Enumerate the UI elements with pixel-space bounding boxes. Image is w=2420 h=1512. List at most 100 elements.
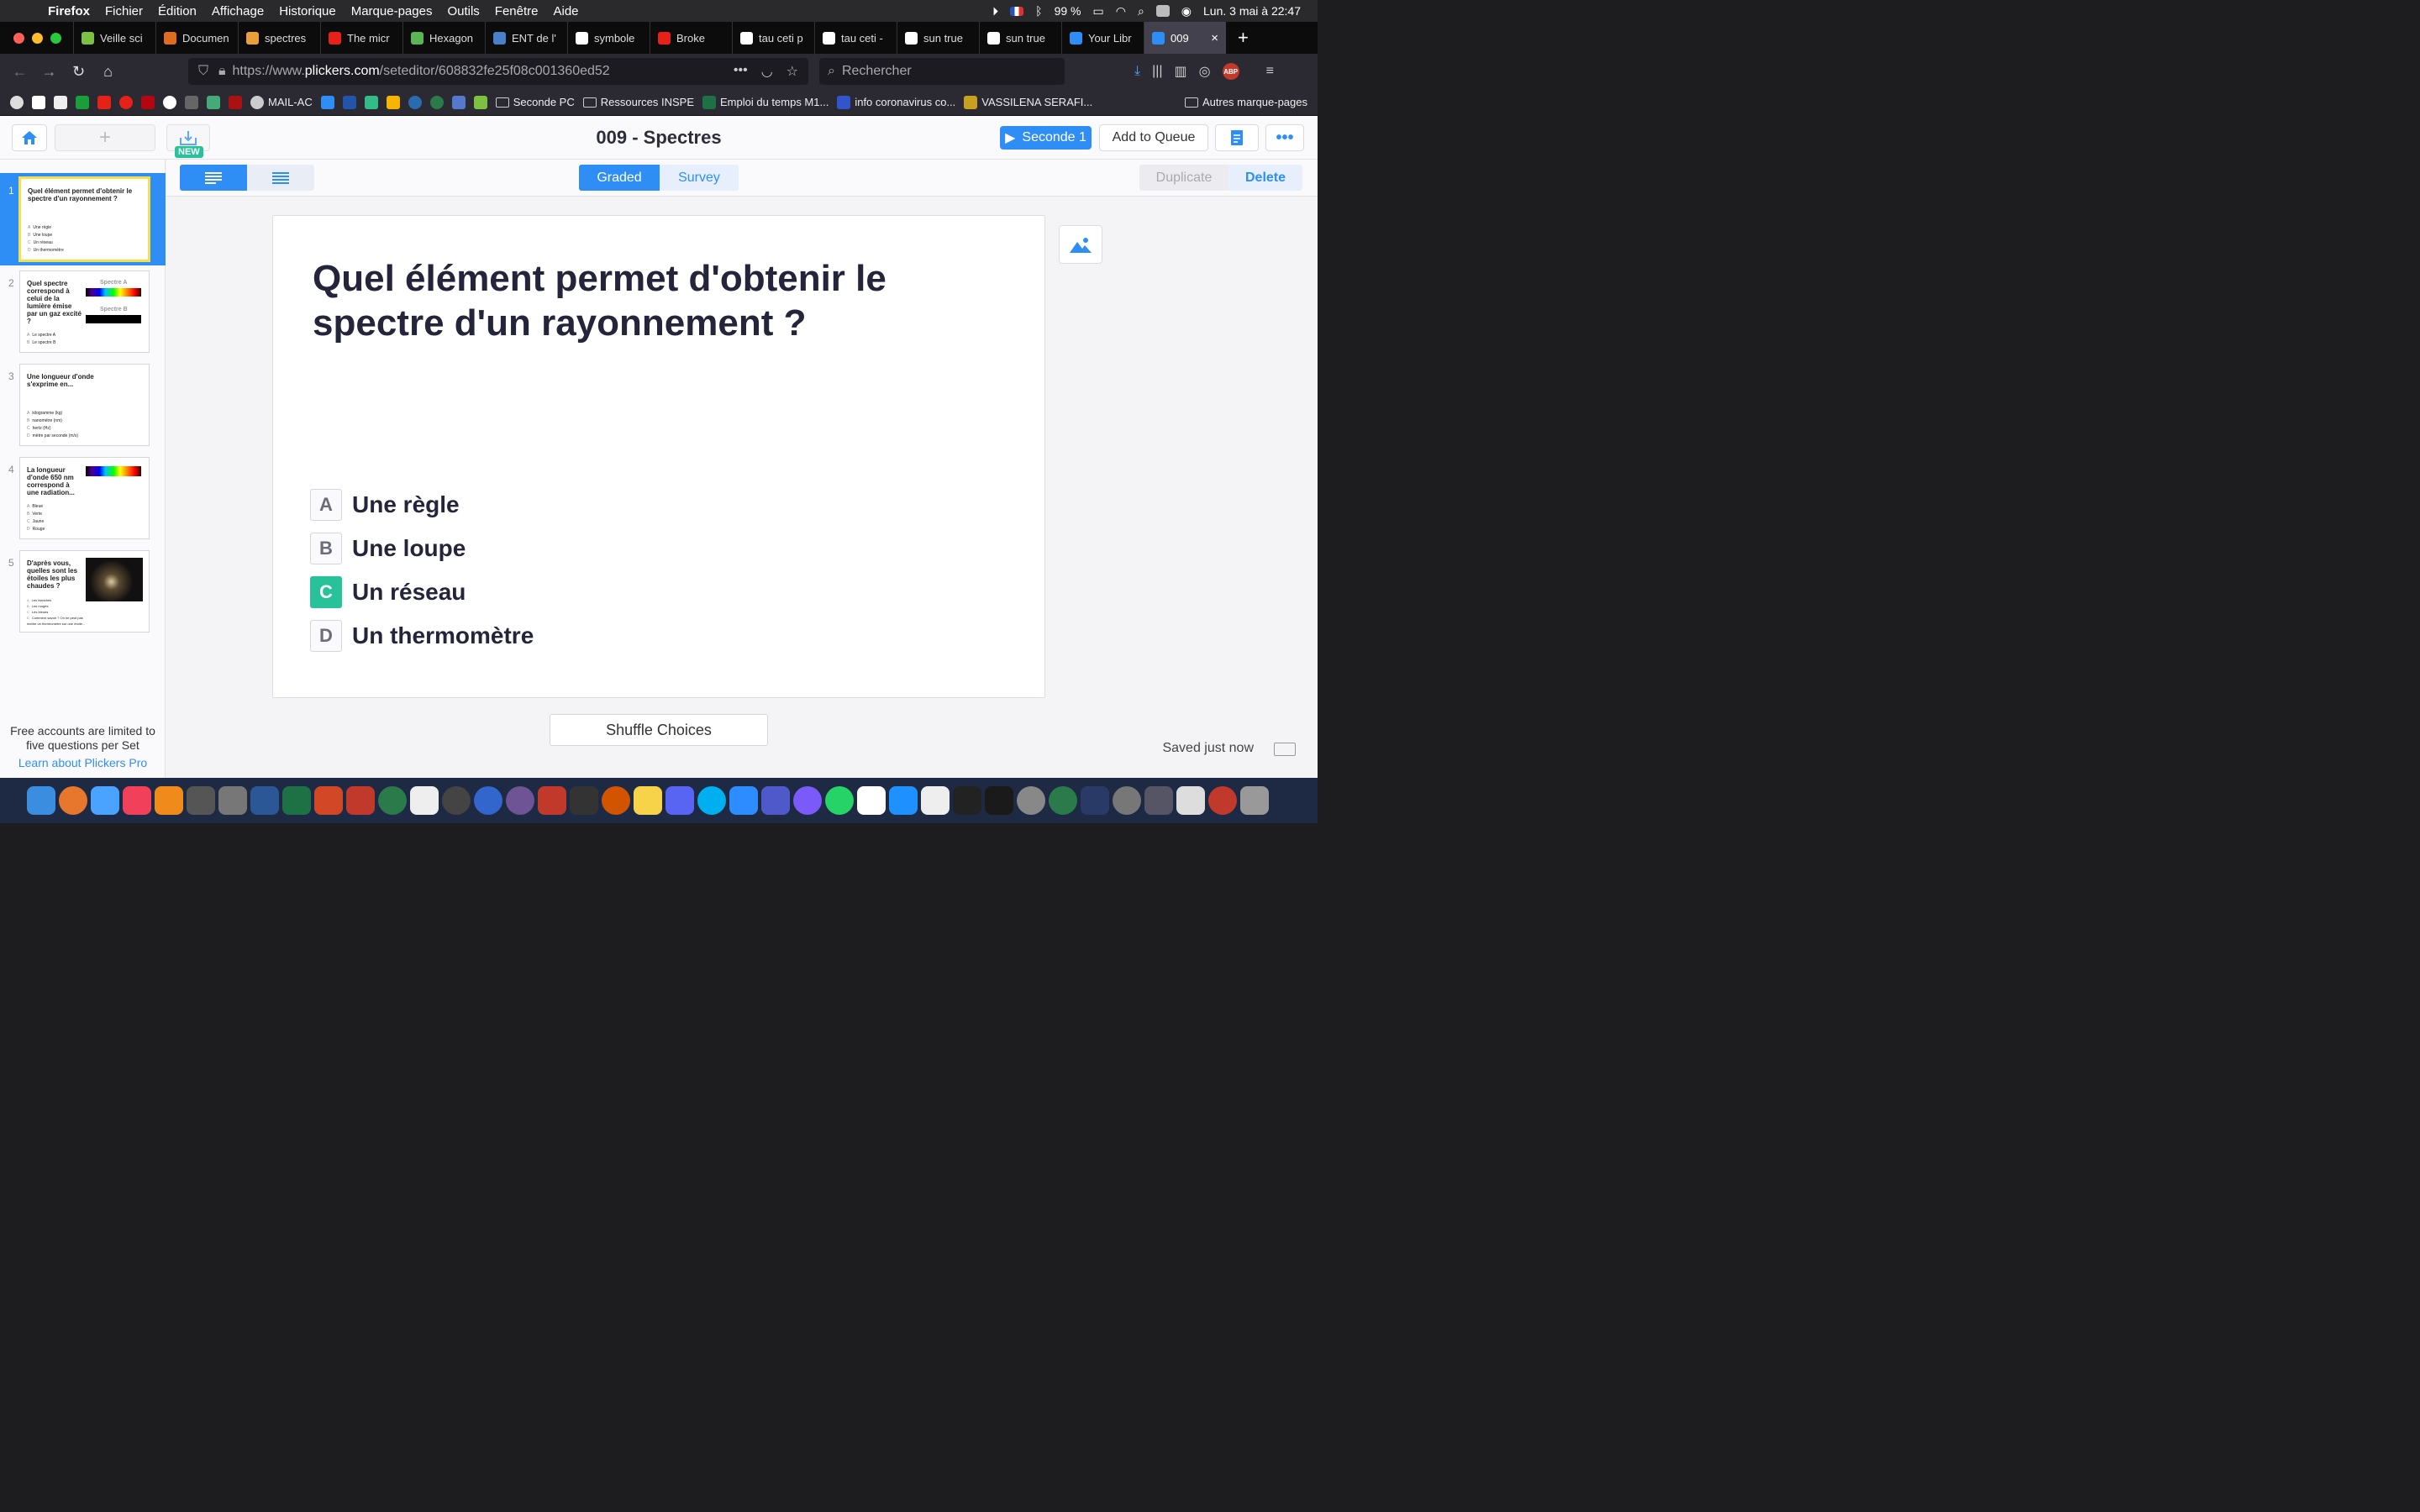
forward-button[interactable]: → [34, 63, 64, 81]
discord-icon[interactable] [666, 786, 694, 815]
bookmark-icon[interactable] [408, 95, 422, 109]
globe-icon[interactable] [10, 95, 24, 109]
app-store-icon[interactable] [889, 786, 918, 815]
choice-letter-correct[interactable]: C [310, 576, 342, 608]
davinci-icon[interactable] [442, 786, 471, 815]
lock-icon[interactable]: 🔒︎ [218, 64, 226, 79]
bookmark-icon[interactable] [32, 95, 45, 109]
slide-thumbnail-5[interactable]: 5 D'après vous, quelles sont les étoiles… [0, 545, 166, 638]
account-icon[interactable]: ◎ [1199, 63, 1211, 80]
bookmark-folder-ressources-inspe[interactable]: Ressources INSPE [582, 96, 694, 108]
shield-icon[interactable]: ⛉ [188, 64, 218, 79]
app-icon[interactable] [378, 786, 407, 815]
learn-pro-link[interactable]: Learn about Plickers Pro [0, 756, 166, 769]
browser-tab[interactable]: sun true [979, 22, 1061, 54]
play-class-button[interactable]: ▶ Seconde 1 [1000, 126, 1092, 150]
add-to-queue-button[interactable]: Add to Queue [1099, 124, 1208, 151]
textedit-icon[interactable] [921, 786, 950, 815]
bluetooth-icon[interactable]: ᛒ [1035, 4, 1042, 18]
keyboard-shortcuts-icon[interactable] [1274, 743, 1296, 756]
url-bar[interactable]: ⛉ 🔒︎ https://www.plickers.com/seteditor/… [188, 58, 808, 85]
home-button[interactable]: ⌂ [93, 63, 123, 81]
netflix-icon[interactable] [141, 95, 155, 109]
plus-icon[interactable] [473, 95, 487, 109]
zoom-icon[interactable] [729, 786, 758, 815]
sidebar-icon[interactable]: ▥ [1175, 63, 1187, 80]
menu-historique[interactable]: Historique [271, 4, 344, 18]
survey-toggle[interactable]: Survey [660, 165, 739, 191]
slide-thumbnail-1[interactable]: 1 Quel élément permet d'obtenir le spect… [0, 173, 166, 265]
document-icon[interactable] [1176, 786, 1205, 815]
flag-icon[interactable] [1010, 6, 1024, 16]
add-question-button[interactable]: + [55, 124, 155, 151]
bookmark-other-folder[interactable]: Autres marque-pages [1184, 96, 1318, 108]
choice-b[interactable]: B Une loupe [310, 533, 534, 564]
bookmark-folder-seconde-pc[interactable]: Seconde PC [495, 96, 575, 108]
acrobat-icon[interactable] [346, 786, 375, 815]
minimize-window-icon[interactable] [32, 32, 43, 44]
browser-tab[interactable]: symbole [567, 22, 650, 54]
screenshot-icon[interactable] [1144, 786, 1173, 815]
layout-center-align-button[interactable] [247, 165, 314, 191]
page-actions-icon[interactable]: ••• [734, 63, 748, 80]
slide-thumbnail-4[interactable]: 4 La longueur d'onde 650 nm correspond à… [0, 452, 166, 544]
menu-marque-pages[interactable]: Marque-pages [344, 4, 440, 18]
bookmark-icon[interactable] [451, 95, 466, 109]
adblock-icon[interactable] [1208, 786, 1237, 815]
powerpoint-icon[interactable] [314, 786, 343, 815]
bookmark-icon[interactable] [185, 95, 198, 109]
browser-tab[interactable]: tau ceti - [814, 22, 897, 54]
spotlight-icon[interactable]: ⌕ [1138, 4, 1144, 18]
choice-text[interactable]: Une règle [352, 491, 460, 518]
siri-icon[interactable]: ◉ [1181, 4, 1192, 18]
choice-d[interactable]: D Un thermomètre [310, 620, 534, 652]
reload-button[interactable]: ↻ [64, 63, 93, 81]
question-text[interactable]: Quel élément permet d'obtenir le spectre… [313, 256, 901, 345]
bookmark-icon[interactable] [229, 95, 242, 109]
shuffle-choices-button[interactable]: Shuffle Choices [550, 714, 768, 746]
bookmark-mail-ac[interactable]: MAIL-AC [250, 95, 313, 109]
excel-icon[interactable] [282, 786, 311, 815]
browser-tab[interactable]: tau ceti p [732, 22, 814, 54]
safari-icon[interactable] [602, 786, 630, 815]
slide-thumbnail-3[interactable]: 3 Une longueur d'onde s'exprime en... Ak… [0, 359, 166, 451]
menu-aide[interactable]: Aide [546, 4, 587, 18]
more-options-button[interactable]: ••• [1265, 124, 1304, 151]
menu-icon[interactable]: ≡ [1266, 64, 1274, 79]
browser-tab[interactable]: Veille sci [73, 22, 155, 54]
library-icon[interactable]: ||| [1152, 64, 1162, 79]
mail-icon[interactable] [91, 786, 119, 815]
pycharm-icon[interactable] [410, 786, 439, 815]
skype-icon[interactable] [697, 786, 726, 815]
bank-icon[interactable] [76, 95, 89, 109]
youtube-music-icon[interactable] [119, 95, 133, 109]
bookmark-emploi-du-temps[interactable]: Emploi du temps M1... [702, 95, 829, 109]
search-bar[interactable]: ⌕ Rechercher [819, 58, 1065, 85]
finder-icon[interactable] [27, 786, 55, 815]
browser-tab[interactable]: Broke [650, 22, 732, 54]
terminal-icon[interactable] [953, 786, 981, 815]
messenger-icon[interactable] [793, 786, 822, 815]
close-tab-icon[interactable]: × [1211, 31, 1218, 45]
not-icon[interactable] [1049, 786, 1077, 815]
teams-icon[interactable] [761, 786, 790, 815]
menu-app-name[interactable]: Firefox [40, 4, 97, 18]
browser-tab[interactable]: ENT de l' [485, 22, 567, 54]
bookmark-info-coronavirus[interactable]: info coronavirus co... [837, 95, 955, 109]
browser-tab[interactable]: sun true [897, 22, 979, 54]
choice-letter[interactable]: A [310, 489, 342, 521]
control-center-icon[interactable] [1155, 5, 1170, 17]
add-image-button[interactable] [1059, 225, 1102, 264]
mendeley-icon[interactable] [538, 786, 566, 815]
quicktime-icon[interactable] [187, 786, 215, 815]
not-icon[interactable] [429, 95, 444, 109]
new-tab-button[interactable]: + [1226, 27, 1260, 49]
browser-tab-active[interactable]: 009 × [1144, 22, 1226, 54]
activity-monitor-icon[interactable] [985, 786, 1013, 815]
document-button[interactable] [1215, 124, 1259, 151]
choice-a[interactable]: A Une règle [310, 489, 534, 521]
choice-c[interactable]: C Un réseau [310, 576, 534, 608]
trash-icon[interactable] [1240, 786, 1269, 815]
atom-icon[interactable] [474, 786, 502, 815]
browser-tab[interactable]: spectres [238, 22, 320, 54]
